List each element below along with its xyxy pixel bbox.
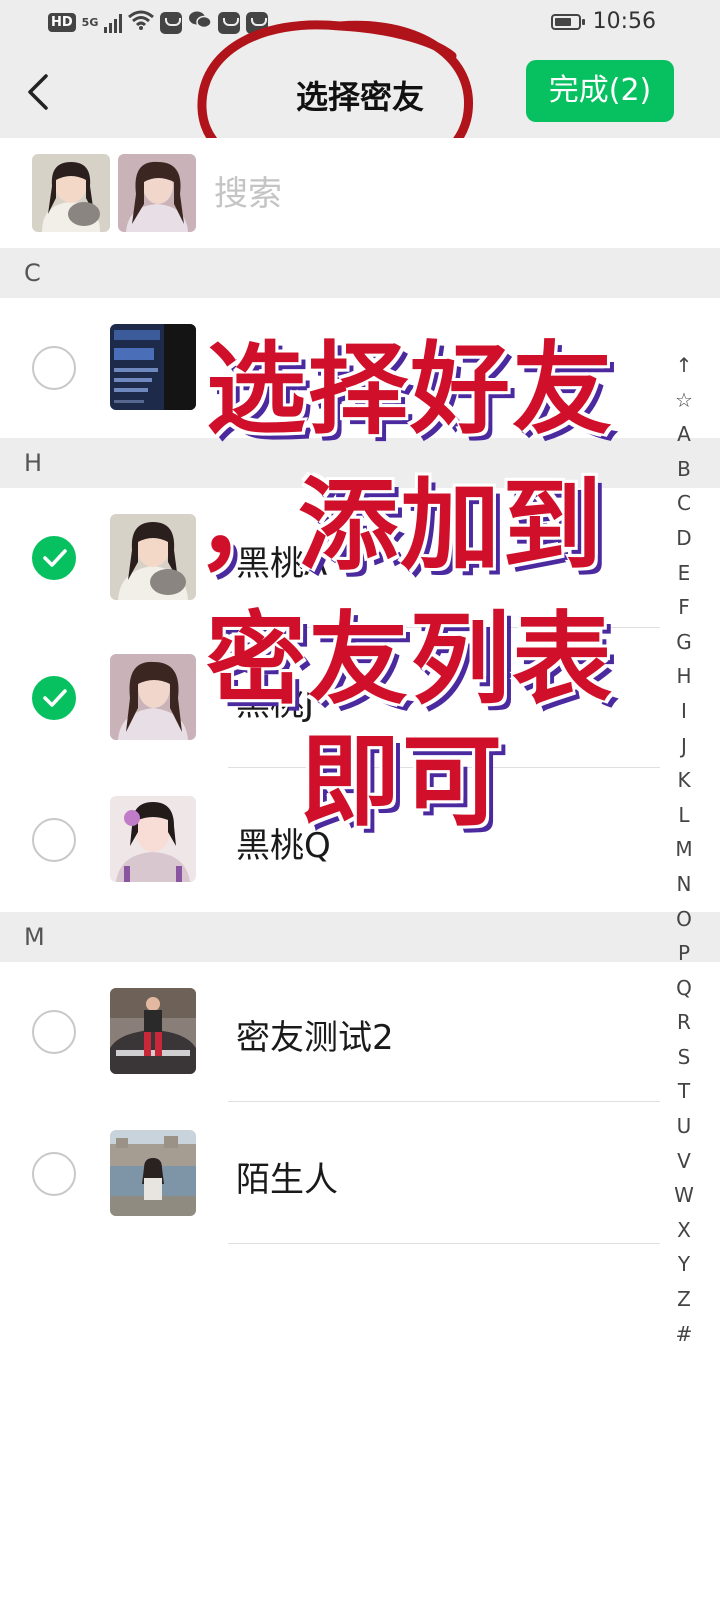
index-letter[interactable]: R <box>664 1005 704 1040</box>
select-checkbox[interactable] <box>32 1152 76 1196</box>
girl-with-cat-image <box>110 514 196 600</box>
index-letter[interactable]: X <box>664 1213 704 1248</box>
man-car-image <box>110 988 196 1074</box>
select-checkbox[interactable] <box>32 676 76 720</box>
avatar <box>110 514 196 600</box>
girl-long-hair-image <box>110 654 196 740</box>
select-checkbox[interactable] <box>32 346 76 390</box>
contact-name: 黑桃A <box>236 544 328 584</box>
index-letter[interactable]: K <box>664 763 704 798</box>
status-bar: HD 5G 10:56 <box>0 0 720 46</box>
index-letter[interactable]: N <box>664 867 704 902</box>
contact-name: 黑桃J <box>236 684 315 724</box>
contact-row[interactable]: 黑桃A <box>0 488 660 628</box>
row-divider <box>228 767 660 768</box>
hd-badge: HD <box>48 13 76 32</box>
contact-name: 密友测试2 <box>236 1018 394 1058</box>
done-button[interactable]: 完成(2) <box>526 60 674 122</box>
selected-avatar-1[interactable] <box>32 154 110 232</box>
clock: 10:56 <box>592 9 656 34</box>
search-row <box>0 138 720 248</box>
index-letter[interactable]: A <box>664 417 704 452</box>
index-letter[interactable]: S <box>664 1040 704 1075</box>
avatar <box>110 324 196 410</box>
contact-row[interactable]: 黑桃J <box>0 628 660 768</box>
index-letter[interactable]: ↑ <box>664 348 704 383</box>
shopping-app-icon-2 <box>218 11 241 34</box>
contact-name: 黑桃Q <box>236 826 331 866</box>
avatar-image <box>32 154 110 232</box>
index-letter[interactable]: V <box>664 1144 704 1179</box>
index-letter[interactable]: C <box>664 486 704 521</box>
index-letter[interactable]: J <box>664 729 704 764</box>
index-letter[interactable]: L <box>664 798 704 833</box>
index-letter[interactable]: ☆ <box>664 383 704 418</box>
index-letter[interactable]: # <box>664 1317 704 1352</box>
index-letter[interactable]: Z <box>664 1282 704 1317</box>
index-letter[interactable]: F <box>664 590 704 625</box>
girl-pink-image <box>110 796 196 882</box>
privacy-poster-image <box>110 324 196 410</box>
avatar <box>110 796 196 882</box>
status-right: 10:56 <box>550 9 656 34</box>
avatar <box>110 988 196 1074</box>
index-letter[interactable]: O <box>664 902 704 937</box>
wifi-icon <box>128 10 155 35</box>
index-letter[interactable]: T <box>664 1074 704 1109</box>
section-header-m: M <box>0 912 720 962</box>
section-header-c: C <box>0 248 720 298</box>
contact-name: 陌生人 <box>236 1160 338 1200</box>
avatar-image <box>118 154 196 232</box>
index-letter[interactable]: Q <box>664 971 704 1006</box>
status-left: HD 5G <box>48 10 269 35</box>
shopping-app-icon-3 <box>246 11 269 34</box>
row-divider <box>228 1101 660 1102</box>
5g-label: 5G <box>81 16 99 29</box>
index-letter[interactable]: D <box>664 521 704 556</box>
search-input[interactable] <box>212 166 636 222</box>
index-letter[interactable]: G <box>664 625 704 660</box>
select-checkbox[interactable] <box>32 1010 76 1054</box>
index-letter[interactable]: Y <box>664 1247 704 1282</box>
checkmark-icon <box>43 549 67 567</box>
avatar <box>110 1130 196 1216</box>
contact-row[interactable] <box>0 298 660 438</box>
index-letter[interactable]: B <box>664 452 704 487</box>
shopping-app-icon <box>160 11 183 34</box>
index-letter[interactable]: M <box>664 832 704 867</box>
select-checkbox[interactable] <box>32 818 76 862</box>
index-letter[interactable]: I <box>664 694 704 729</box>
index-letter[interactable]: W <box>664 1178 704 1213</box>
selected-avatar-2[interactable] <box>118 154 196 232</box>
index-letter[interactable]: U <box>664 1109 704 1144</box>
index-letter[interactable]: E <box>664 556 704 591</box>
row-divider <box>228 1243 660 1244</box>
battery-icon <box>550 13 585 30</box>
contact-row[interactable]: 陌生人 <box>0 1104 660 1244</box>
contact-row[interactable]: 黑桃Q <box>0 770 660 910</box>
wechat-icon <box>188 10 213 35</box>
signal-icon <box>104 13 123 33</box>
alphabet-index[interactable]: ↑ ☆ A B C D E F G H I J K L M N O P Q R S T U V W X Y Z # <box>664 348 704 1351</box>
index-letter[interactable]: P <box>664 936 704 971</box>
select-checkbox[interactable] <box>32 536 76 580</box>
contact-row[interactable]: 密友测试2 <box>0 962 660 1102</box>
section-header-h: H <box>0 438 720 488</box>
checkmark-icon <box>43 689 67 707</box>
nav-bar: 选择密友 完成(2) <box>0 46 720 138</box>
girl-castle-image <box>110 1130 196 1216</box>
index-letter[interactable]: H <box>664 659 704 694</box>
avatar <box>110 654 196 740</box>
